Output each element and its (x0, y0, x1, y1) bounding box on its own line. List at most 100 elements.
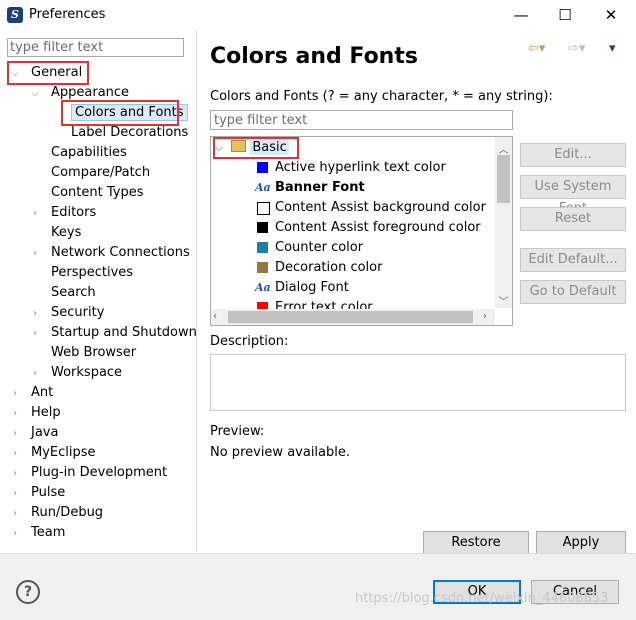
chevron-right-icon[interactable]: › (9, 444, 21, 464)
color-item[interactable]: Active hyperlink text color (255, 158, 446, 178)
font-item[interactable]: Aa Dialog Font (255, 278, 349, 298)
preview-label: Preview: (210, 424, 265, 439)
item-label: Content Assist background color (275, 200, 486, 215)
tree-item[interactable]: Content Types (29, 183, 143, 203)
tree-item-label: Ant (31, 385, 54, 400)
page-title: Colors and Fonts (210, 44, 418, 69)
item-label: Banner Font (275, 180, 365, 195)
tree-item[interactable]: › Startup and Shutdown (29, 323, 197, 343)
chevron-right-icon[interactable]: › (9, 404, 21, 424)
chevron-right-icon[interactable]: › (9, 504, 21, 524)
tree-item-label: Pulse (31, 485, 66, 500)
tree-item[interactable]: › Plug-in Development (9, 463, 167, 483)
tree-item[interactable]: › Team (9, 523, 65, 543)
tree-item-label: Label Decorations (71, 125, 189, 140)
color-swatch-icon (257, 242, 268, 253)
chevron-down-icon[interactable]: ⌵ (29, 84, 41, 104)
tree-item[interactable]: › Help (9, 403, 61, 423)
edit-button[interactable]: Edit... (520, 143, 626, 167)
color-item[interactable]: Content Assist background color (255, 198, 486, 218)
color-item[interactable]: Counter color (255, 238, 363, 258)
tree-item-label: Security (51, 305, 105, 320)
chevron-right-icon[interactable]: › (29, 244, 41, 264)
chevron-right-icon[interactable]: › (29, 364, 41, 384)
forward-button[interactable]: ⇨▾ (568, 41, 585, 56)
vertical-scroll-thumb[interactable] (497, 155, 510, 203)
scroll-down-icon[interactable]: ﹀ (497, 293, 510, 308)
tree-item-label: Network Connections (51, 245, 190, 260)
tree-item[interactable]: › Editors (29, 203, 96, 223)
chevron-right-icon[interactable]: › (9, 524, 21, 544)
chevron-right-icon[interactable]: › (29, 204, 41, 224)
close-button[interactable]: ✕ (588, 0, 634, 30)
tree-item[interactable]: Capabilities (29, 143, 127, 163)
tree-item-label: Run/Debug (31, 505, 104, 520)
tree-item-label: Help (31, 405, 61, 420)
tree-item[interactable]: › MyEclipse (9, 443, 96, 463)
app-icon: S (7, 7, 23, 23)
tree-item-label: Startup and Shutdown (51, 325, 197, 340)
tree-item[interactable]: › Security (29, 303, 104, 323)
tree-item-label: Keys (51, 225, 82, 240)
minimize-button[interactable]: — (498, 0, 544, 30)
chevron-right-icon[interactable]: › (9, 464, 21, 484)
use-system-font-button[interactable]: Use System Font (520, 175, 626, 216)
description-box (210, 354, 626, 411)
maximize-button[interactable]: ☐ (542, 0, 588, 30)
horizontal-scroll-thumb[interactable] (228, 311, 473, 323)
chevron-right-icon[interactable]: › (9, 384, 21, 404)
tree-item[interactable]: › Ant (9, 383, 53, 403)
window-title: Preferences (29, 7, 106, 22)
edit-default-button[interactable]: Edit Default... (520, 248, 626, 272)
tree-item[interactable]: › Network Connections (29, 243, 190, 263)
tree-item[interactable]: › Pulse (9, 483, 65, 503)
colors-fonts-tree[interactable]: ⌵ Basic Active hyperlink text color Aa Banne… (210, 136, 513, 326)
tree-item[interactable]: Keys (29, 223, 81, 243)
color-swatch-icon (257, 222, 268, 233)
tree-item[interactable]: Perspectives (29, 263, 133, 283)
chevron-right-icon[interactable]: › (29, 324, 41, 344)
highlight-box (213, 137, 299, 159)
tree-item[interactable]: Search (29, 283, 96, 303)
scroll-left-icon[interactable]: ‹ (213, 311, 217, 322)
tree-item-label: Plug-in Development (31, 465, 168, 480)
font-item[interactable]: Aa Banner Font (255, 178, 365, 198)
color-item[interactable]: Decoration color (255, 258, 382, 278)
tree-item[interactable]: › Java (9, 423, 58, 443)
chevron-right-icon[interactable]: › (29, 304, 41, 324)
apply-button[interactable]: Apply (536, 531, 626, 555)
highlight-box (7, 61, 89, 85)
tree-item[interactable]: › Run/Debug (9, 503, 103, 523)
color-item[interactable]: Content Assist foreground color (255, 218, 481, 238)
tree-item-label: Perspectives (51, 265, 134, 280)
chevron-right-icon[interactable]: › (9, 424, 21, 444)
filter-label: Colors and Fonts (? = any character, * =… (210, 89, 553, 104)
tree-item[interactable]: › Workspace (29, 363, 122, 383)
colors-filter-input[interactable] (210, 110, 513, 130)
tree-item[interactable]: Compare/Patch (29, 163, 150, 183)
tree-item-label: Java (31, 425, 59, 440)
tree-item-label: Appearance (51, 85, 130, 100)
back-button[interactable]: ⇦▾ (528, 41, 545, 56)
watermark: https://blog.csdn.net/weixin_44608853 (355, 591, 609, 606)
tree-item-label: Compare/Patch (51, 165, 151, 180)
scroll-right-icon[interactable]: › (483, 311, 487, 322)
help-icon[interactable]: ? (16, 580, 40, 604)
chevron-right-icon[interactable]: › (9, 484, 21, 504)
view-menu-button[interactable]: ▾ (609, 41, 616, 56)
reset-button[interactable]: Reset (520, 207, 626, 231)
tree-item[interactable]: Label Decorations (49, 123, 188, 143)
preview-text: No preview available. (210, 445, 350, 460)
item-label: Decoration color (275, 260, 383, 275)
scroll-up-icon[interactable]: ︿ (497, 141, 510, 156)
tree-item-label: MyEclipse (31, 445, 96, 460)
tree-item[interactable]: Web Browser (29, 343, 136, 363)
tree-item-label: Web Browser (51, 345, 137, 360)
tree-item-label: Team (31, 525, 66, 540)
color-swatch-icon (257, 202, 270, 215)
font-icon: Aa (255, 181, 271, 194)
go-to-default-button[interactable]: Go to Default (520, 280, 626, 304)
restore-defaults-button[interactable]: Restore Defaults (423, 531, 529, 572)
tree-filter-input[interactable] (7, 38, 184, 57)
item-label: Active hyperlink text color (275, 160, 446, 175)
